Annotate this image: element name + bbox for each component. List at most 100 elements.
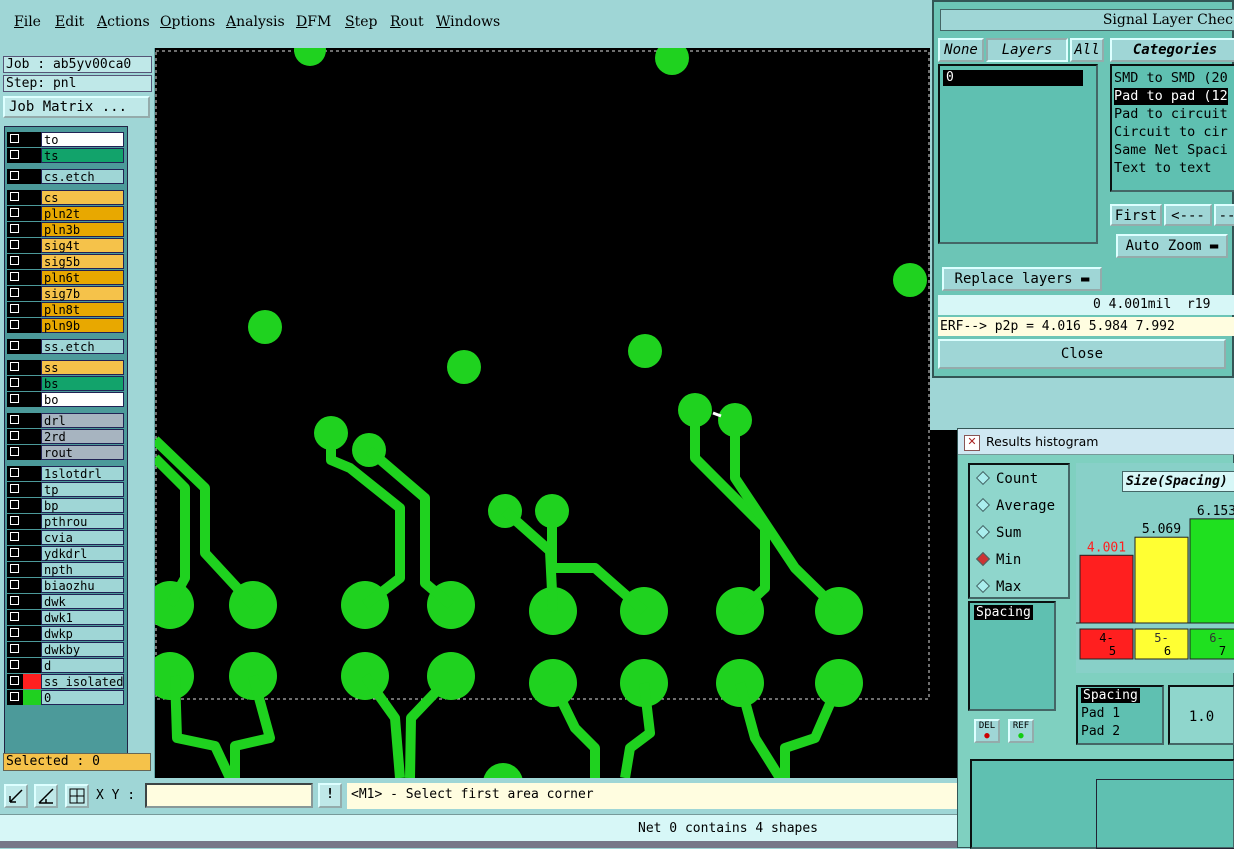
layer-checkbox[interactable] [10,304,19,313]
layer-checkbox[interactable] [10,644,19,653]
layer-row[interactable]: bs [7,376,125,391]
menu-analysis[interactable]: Analysis [226,14,285,30]
radio-sum[interactable]: Sum [975,524,1021,541]
layer-checkbox[interactable] [10,431,19,440]
menu-windows[interactable]: Windows [436,14,500,30]
layer-checkbox[interactable] [10,516,19,525]
menu-file[interactable]: File [14,14,41,30]
layer-row[interactable]: pln3b [7,222,125,237]
layer-row[interactable]: 0 [7,690,125,705]
category-item[interactable]: Pad to circuit [1114,106,1228,123]
attribute-item[interactable]: Spacing [1081,687,1162,705]
layer-row[interactable]: d [7,658,125,673]
previous-button[interactable]: <--- [1164,204,1212,226]
zoom-icon[interactable] [4,784,28,808]
layer-checkbox[interactable] [10,240,19,249]
radio-min[interactable]: Min [975,551,1021,568]
job-matrix-button[interactable]: Job Matrix ... [3,96,150,118]
reference-button[interactable]: REF ● [1008,719,1034,743]
layer-row[interactable]: pln6t [7,270,125,285]
menu-dfm[interactable]: DFM [296,14,331,30]
spacing-list-item[interactable]: Spacing [974,605,1033,620]
layer-row[interactable]: dwkby [7,642,125,657]
attribute-list[interactable]: Spacing Pad 1 Pad 2 [1076,685,1164,745]
layer-checkbox[interactable] [10,484,19,493]
histogram-bar[interactable] [1189,518,1234,624]
layer-checkbox[interactable] [10,500,19,509]
histogram-bar[interactable] [1134,536,1189,624]
category-list[interactable]: SMD to SMD (20 Pad to pad (12 Pad to cir… [1110,64,1234,192]
xy-input[interactable] [145,783,313,808]
category-item[interactable]: Same Net Spaci [1114,142,1228,159]
layer-checkbox[interactable] [10,468,19,477]
none-button[interactable]: None [938,38,984,62]
layer-row[interactable]: sig7b [7,286,125,301]
layer-checkbox[interactable] [10,171,19,180]
layer-row[interactable]: ss_isolated [7,674,125,689]
layer-checkbox[interactable] [10,548,19,557]
layer-row[interactable]: cs [7,190,125,205]
layer-checkbox[interactable] [10,362,19,371]
layer-row[interactable]: ss.etch [7,339,125,354]
layer-checkbox[interactable] [10,320,19,329]
layer-list-item[interactable]: 0 [943,70,1083,86]
layer-checkbox[interactable] [10,532,19,541]
layer-row[interactable]: pln8t [7,302,125,317]
radio-count[interactable]: Count [975,470,1038,487]
layer-row[interactable]: pln2t [7,206,125,221]
execute-button[interactable]: ! [318,783,342,808]
layer-checkbox[interactable] [10,692,19,701]
layer-checkbox[interactable] [10,660,19,669]
layer-row[interactable]: ss [7,360,125,375]
radio-max[interactable]: Max [975,578,1021,595]
layer-row[interactable]: dwkp [7,626,125,641]
layer-row[interactable]: 2rd [7,429,125,444]
layer-row[interactable]: ydkdrl [7,546,125,561]
category-item[interactable]: Circuit to cir [1114,124,1228,141]
radio-average[interactable]: Average [975,497,1055,514]
menu-actions[interactable]: Actions [97,14,150,30]
layer-checkbox[interactable] [10,208,19,217]
layer-checkbox[interactable] [10,612,19,621]
layer-row[interactable]: bo [7,392,125,407]
replace-layers-dropdown[interactable]: Replace layers ▬ [942,267,1102,291]
layer-checkbox[interactable] [10,628,19,637]
layer-row[interactable]: bp [7,498,125,513]
layer-row[interactable]: dwk1 [7,610,125,625]
layer-checkbox[interactable] [10,224,19,233]
all-button[interactable]: All [1070,38,1104,62]
layer-row[interactable]: 1slotdrl [7,466,125,481]
layer-checkbox[interactable] [10,447,19,456]
layer-row[interactable]: drl [7,413,125,428]
layer-row[interactable]: sig4t [7,238,125,253]
layer-checkbox[interactable] [10,341,19,350]
layer-checkbox[interactable] [10,676,19,685]
layer-checkbox[interactable] [10,192,19,201]
close-button[interactable]: Close [938,339,1226,369]
layer-checkbox[interactable] [10,134,19,143]
menu-edit[interactable]: Edit [55,14,84,30]
layer-checkbox[interactable] [10,596,19,605]
layer-row[interactable]: pln9b [7,318,125,333]
scale-value[interactable]: 1.0 [1168,685,1234,745]
layer-row[interactable]: rout [7,445,125,460]
layer-checkbox[interactable] [10,378,19,387]
layer-checkbox[interactable] [10,150,19,159]
layer-row[interactable]: pthrou [7,514,125,529]
menu-step[interactable]: Step [345,14,377,30]
first-button[interactable]: First [1110,204,1162,226]
menu-options[interactable]: Options [160,14,215,30]
next-button[interactable]: -- [1214,204,1234,226]
delete-button[interactable]: DEL ● [974,719,1000,743]
layer-checkbox[interactable] [10,580,19,589]
layer-checkbox[interactable] [10,564,19,573]
graphics-canvas[interactable] [155,48,930,778]
layer-row[interactable]: to [7,132,125,147]
layer-checkbox[interactable] [10,415,19,424]
measure-icon[interactable] [34,784,58,808]
grid-snap-icon[interactable] [65,784,89,808]
histogram-bar[interactable] [1079,554,1134,624]
category-item[interactable]: SMD to SMD (20 [1114,70,1228,87]
menu-rout[interactable]: Rout [390,14,424,30]
spacing-list[interactable]: Spacing [968,601,1056,711]
